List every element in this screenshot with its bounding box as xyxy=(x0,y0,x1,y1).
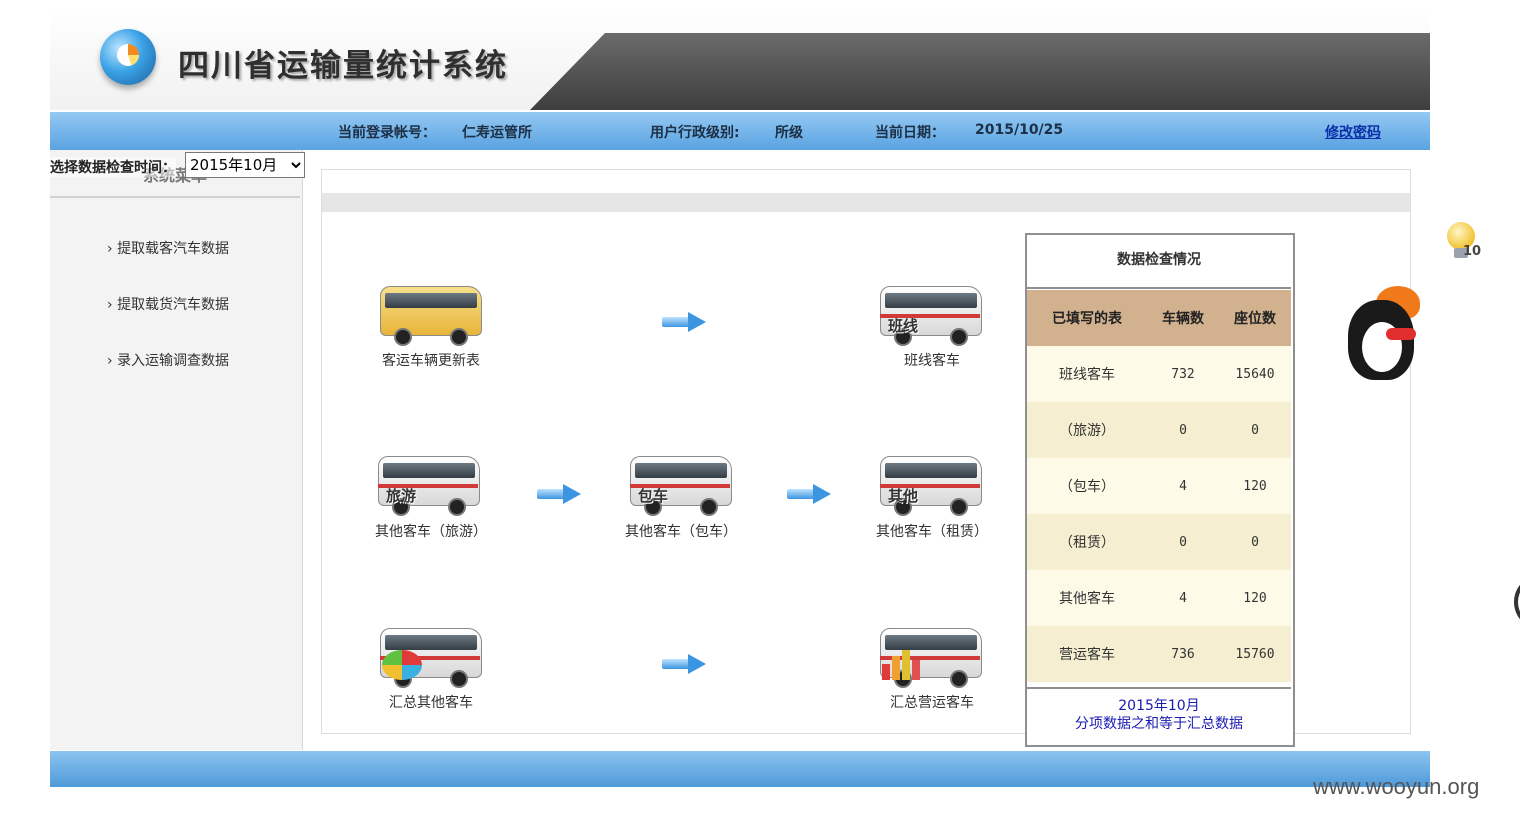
row-name: 班线客车 xyxy=(1027,346,1147,402)
arrow-right-icon xyxy=(787,484,831,504)
logo-pie-icon xyxy=(117,44,139,66)
table-row: （包车） 4 120 xyxy=(1027,458,1291,514)
row-seats: 0 xyxy=(1219,402,1291,458)
table-header-row: 已填写的表 车辆数 座位数 xyxy=(1027,290,1291,346)
col-header-vehicles: 车辆数 xyxy=(1147,290,1219,346)
row-vehicles: 4 xyxy=(1147,570,1219,626)
sidebar-item-label: 录入运输调查数据 xyxy=(117,353,230,369)
row-seats: 120 xyxy=(1219,570,1291,626)
node-caption[interactable]: 其他客车（包车） xyxy=(601,521,761,541)
table-row: 营运客车 736 15760 xyxy=(1027,626,1291,682)
bulb-count: 10 xyxy=(1463,244,1482,259)
main-panel-header-strip xyxy=(322,193,1410,212)
month-select[interactable]: 2015年10月 xyxy=(185,152,305,178)
bus-summary-other-icon[interactable] xyxy=(380,622,486,688)
chevron-right-icon: › xyxy=(107,297,113,313)
date-value: 2015/10/25 xyxy=(975,122,1064,138)
table-row: 其他客车 4 120 xyxy=(1027,570,1291,626)
table-row: 班线客车 732 15640 xyxy=(1027,346,1291,402)
bar-chart-icon xyxy=(882,650,928,680)
sidebar-item-label: 提取载货汽车数据 xyxy=(117,297,230,313)
node-caption[interactable]: 客运车辆更新表 xyxy=(351,350,511,370)
row-seats: 0 xyxy=(1219,514,1291,570)
data-check-title: 数据检查情况 xyxy=(1027,235,1291,289)
row-vehicles: 0 xyxy=(1147,402,1219,458)
level-value: 所级 xyxy=(775,125,803,141)
bus-line-coach-icon[interactable]: 班线 xyxy=(880,280,986,346)
arrow-right-icon xyxy=(537,484,581,504)
row-name: 其他客车 xyxy=(1027,570,1147,626)
node-caption[interactable]: 其他客车（租赁） xyxy=(852,521,1012,541)
chevron-right-icon: › xyxy=(107,241,113,257)
bus-update-table-icon[interactable] xyxy=(380,280,486,346)
bus-tag: 班线 xyxy=(888,317,919,335)
row-vehicles: 4 xyxy=(1147,458,1219,514)
footer-note: 分项数据之和等于汇总数据 xyxy=(1075,716,1243,732)
login-value: 仁寿运管所 xyxy=(462,125,532,141)
row-name: （旅游） xyxy=(1027,402,1147,458)
change-password-link[interactable]: 修改密码 xyxy=(1325,122,1381,142)
level-label: 用户行政级别: xyxy=(650,125,740,141)
system-title: 四川省运输量统计系统 xyxy=(178,48,508,84)
date-label: 当前日期： xyxy=(875,125,945,141)
row-seats: 15640 xyxy=(1219,346,1291,402)
info-bar xyxy=(50,111,1430,150)
chevron-right-icon: › xyxy=(107,353,113,369)
row-vehicles: 732 xyxy=(1147,346,1219,402)
footer-month: 2015年10月 xyxy=(1118,698,1200,714)
row-vehicles: 0 xyxy=(1147,514,1219,570)
arrow-right-icon xyxy=(662,654,706,674)
sidebar-item-survey-data[interactable]: › 录入运输调查数据 xyxy=(107,350,229,370)
data-check-footer: 2015年10月 分项数据之和等于汇总数据 xyxy=(1027,687,1291,743)
date-select-label: 选择数据检查时间： xyxy=(50,157,176,177)
sidebar-item-label: 提取载客汽车数据 xyxy=(117,241,230,257)
row-vehicles: 736 xyxy=(1147,626,1219,682)
table-row: （租赁） 0 0 xyxy=(1027,514,1291,570)
sidebar-item-passenger-data[interactable]: › 提取载客汽车数据 xyxy=(107,238,229,258)
pie-chart-icon xyxy=(382,650,422,680)
login-label: 当前登录帐号： xyxy=(338,125,436,141)
row-seats: 120 xyxy=(1219,458,1291,514)
node-caption[interactable]: 汇总营运客车 xyxy=(852,692,1012,712)
bus-summary-operating-icon[interactable] xyxy=(880,622,986,688)
arrow-right-icon xyxy=(662,312,706,332)
table-row: （旅游） 0 0 xyxy=(1027,402,1291,458)
header-dark-band xyxy=(530,33,1430,110)
watermark: www.wooyun.org xyxy=(1313,774,1480,799)
node-caption[interactable]: 其他客车（旅游） xyxy=(351,521,511,541)
row-name: （包车） xyxy=(1027,458,1147,514)
footer-bar xyxy=(50,751,1430,787)
bus-tag: 包车 xyxy=(638,487,669,505)
bus-charter-icon[interactable]: 包车 xyxy=(630,450,736,516)
row-name: 营运客车 xyxy=(1027,626,1147,682)
bus-rental-icon[interactable]: 其他 xyxy=(880,450,986,516)
menu-divider xyxy=(50,196,300,198)
lightbulb-icon[interactable]: 10 xyxy=(1445,222,1481,262)
sidebar-item-freight-data[interactable]: › 提取载货汽车数据 xyxy=(107,294,229,314)
penguin-mascot-icon[interactable] xyxy=(1346,286,1422,382)
row-name: （租赁） xyxy=(1027,514,1147,570)
bus-tourism-icon[interactable]: 旅游 xyxy=(378,450,484,516)
bus-tag: 旅游 xyxy=(386,487,417,505)
col-header-seats: 座位数 xyxy=(1219,290,1291,346)
bus-tag: 其他 xyxy=(888,487,919,505)
data-check-table: 已填写的表 车辆数 座位数 班线客车 732 15640 （旅游） 0 0 （包… xyxy=(1027,290,1291,682)
col-header-table: 已填写的表 xyxy=(1027,290,1147,346)
node-caption[interactable]: 班线客车 xyxy=(852,350,1012,370)
edge-widget-icon[interactable] xyxy=(1514,576,1520,628)
row-seats: 15760 xyxy=(1219,626,1291,682)
node-caption[interactable]: 汇总其他客车 xyxy=(351,692,511,712)
